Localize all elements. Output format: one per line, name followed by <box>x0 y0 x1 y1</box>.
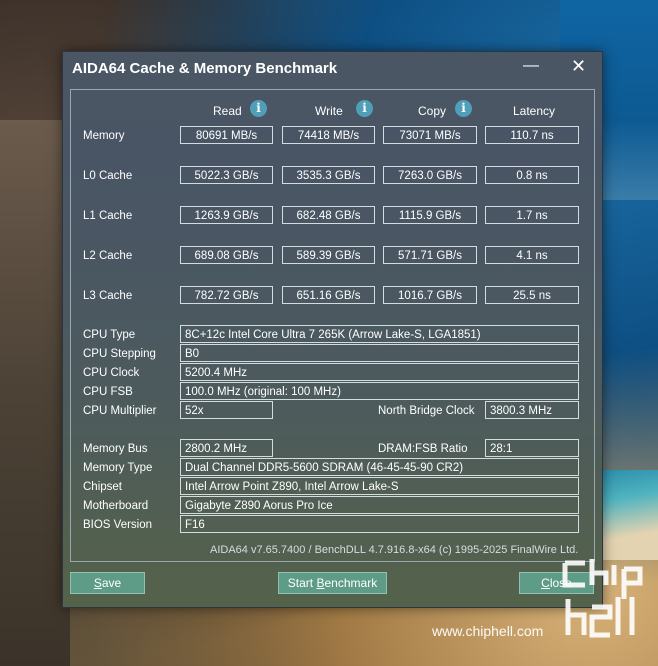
save-button[interactable]: Save <box>70 572 145 594</box>
window-title: AIDA64 Cache & Memory Benchmark <box>72 60 338 77</box>
column-header-read: Read <box>213 104 242 118</box>
benchmark-window: AIDA64 Cache & Memory Benchmark — ✕ Read… <box>62 51 603 608</box>
dram-fsb-ratio-value: 28:1 <box>485 439 579 457</box>
cpu-clock-label: CPU Clock <box>83 367 140 379</box>
memory-type-value: Dual Channel DDR5-5600 SDRAM (46-45-45-9… <box>180 458 579 476</box>
cpu-type-value: 8C+12c Intel Core Ultra 7 265K (Arrow La… <box>180 325 579 343</box>
motherboard-label: Motherboard <box>83 500 149 512</box>
cpu-fsb-label: CPU FSB <box>83 386 133 398</box>
info-icon-read[interactable]: i <box>250 100 267 117</box>
l2-latency-value: 4.1 ns <box>485 246 579 264</box>
l1-latency-value: 1.7 ns <box>485 206 579 224</box>
row-label-l1-cache: L1 Cache <box>83 210 133 222</box>
memory-bus-value: 2800.2 MHz <box>180 439 273 457</box>
l2-read-value: 689.08 GB/s <box>180 246 273 264</box>
row-label-memory: Memory <box>83 130 125 142</box>
cpu-fsb-value: 100.0 MHz (original: 100 MHz) <box>180 382 579 400</box>
memory-type-label: Memory Type <box>83 462 153 474</box>
l3-read-value: 782.72 GB/s <box>180 286 273 304</box>
bios-version-label: BIOS Version <box>83 519 153 531</box>
l2-write-value: 589.39 GB/s <box>282 246 375 264</box>
save-accesskey: S <box>93 576 102 590</box>
l0-read-value: 5022.3 GB/s <box>180 166 273 184</box>
cpu-multiplier-value: 52x <box>180 401 273 419</box>
north-bridge-clock-value: 3800.3 MHz <box>485 401 579 419</box>
l3-latency-value: 25.5 ns <box>485 286 579 304</box>
cpu-stepping-label: CPU Stepping <box>83 348 156 360</box>
close-accesskey: C <box>541 576 550 590</box>
save-label-rest: ave <box>101 576 122 590</box>
chipset-label: Chipset <box>83 481 122 493</box>
info-icon-write[interactable]: i <box>356 100 373 117</box>
cpu-multiplier-label: CPU Multiplier <box>83 405 157 417</box>
motherboard-value: Gigabyte Z890 Aorus Pro Ice <box>180 496 579 514</box>
bios-version-value: F16 <box>180 515 579 533</box>
info-icon-copy[interactable]: i <box>455 100 472 117</box>
north-bridge-clock-label: North Bridge Clock <box>378 405 475 417</box>
row-label-l2-cache: L2 Cache <box>83 250 133 262</box>
l0-latency-value: 0.8 ns <box>485 166 579 184</box>
cpu-type-label: CPU Type <box>83 329 136 341</box>
row-label-l3-cache: L3 Cache <box>83 290 133 302</box>
l2-copy-value: 571.71 GB/s <box>383 246 477 264</box>
l3-copy-value: 1016.7 GB/s <box>383 286 477 304</box>
cpu-stepping-value: B0 <box>180 344 579 362</box>
wallpaper-rocks <box>0 120 70 666</box>
memory-read-value: 80691 MB/s <box>180 126 273 144</box>
l0-write-value: 3535.3 GB/s <box>282 166 375 184</box>
minimize-button[interactable]: — <box>523 58 539 74</box>
version-footer: AIDA64 v7.65.7400 / BenchDLL 4.7.916.8-x… <box>210 544 579 556</box>
start-label-pre: Start <box>287 576 317 590</box>
title-bar[interactable]: AIDA64 Cache & Memory Benchmark — ✕ <box>63 52 602 84</box>
dram-fsb-ratio-label: DRAM:FSB Ratio <box>378 443 468 455</box>
memory-write-value: 74418 MB/s <box>282 126 375 144</box>
l0-copy-value: 7263.0 GB/s <box>383 166 477 184</box>
start-label-post: enchmark <box>324 576 378 590</box>
start-accesskey: B <box>316 576 325 590</box>
column-header-write: Write <box>315 104 343 118</box>
watermark-site-text: www.chiphell.com <box>432 623 544 639</box>
cpu-clock-value: 5200.4 MHz <box>180 363 579 381</box>
memory-latency-value: 110.7 ns <box>485 126 579 144</box>
chipset-value: Intel Arrow Point Z890, Intel Arrow Lake… <box>180 477 579 495</box>
column-header-copy: Copy <box>418 104 447 118</box>
column-header-latency: Latency <box>513 104 556 118</box>
memory-copy-value: 73071 MB/s <box>383 126 477 144</box>
l1-copy-value: 1115.9 GB/s <box>383 206 477 224</box>
row-label-l0-cache: L0 Cache <box>83 170 133 182</box>
l3-write-value: 651.16 GB/s <box>282 286 375 304</box>
l1-write-value: 682.48 GB/s <box>282 206 375 224</box>
memory-bus-label: Memory Bus <box>83 443 148 455</box>
l1-read-value: 1263.9 GB/s <box>180 206 273 224</box>
close-window-button[interactable]: ✕ <box>571 57 586 75</box>
start-benchmark-button[interactable]: Start Benchmark <box>278 572 387 594</box>
chiphell-logo-watermark <box>562 559 643 638</box>
